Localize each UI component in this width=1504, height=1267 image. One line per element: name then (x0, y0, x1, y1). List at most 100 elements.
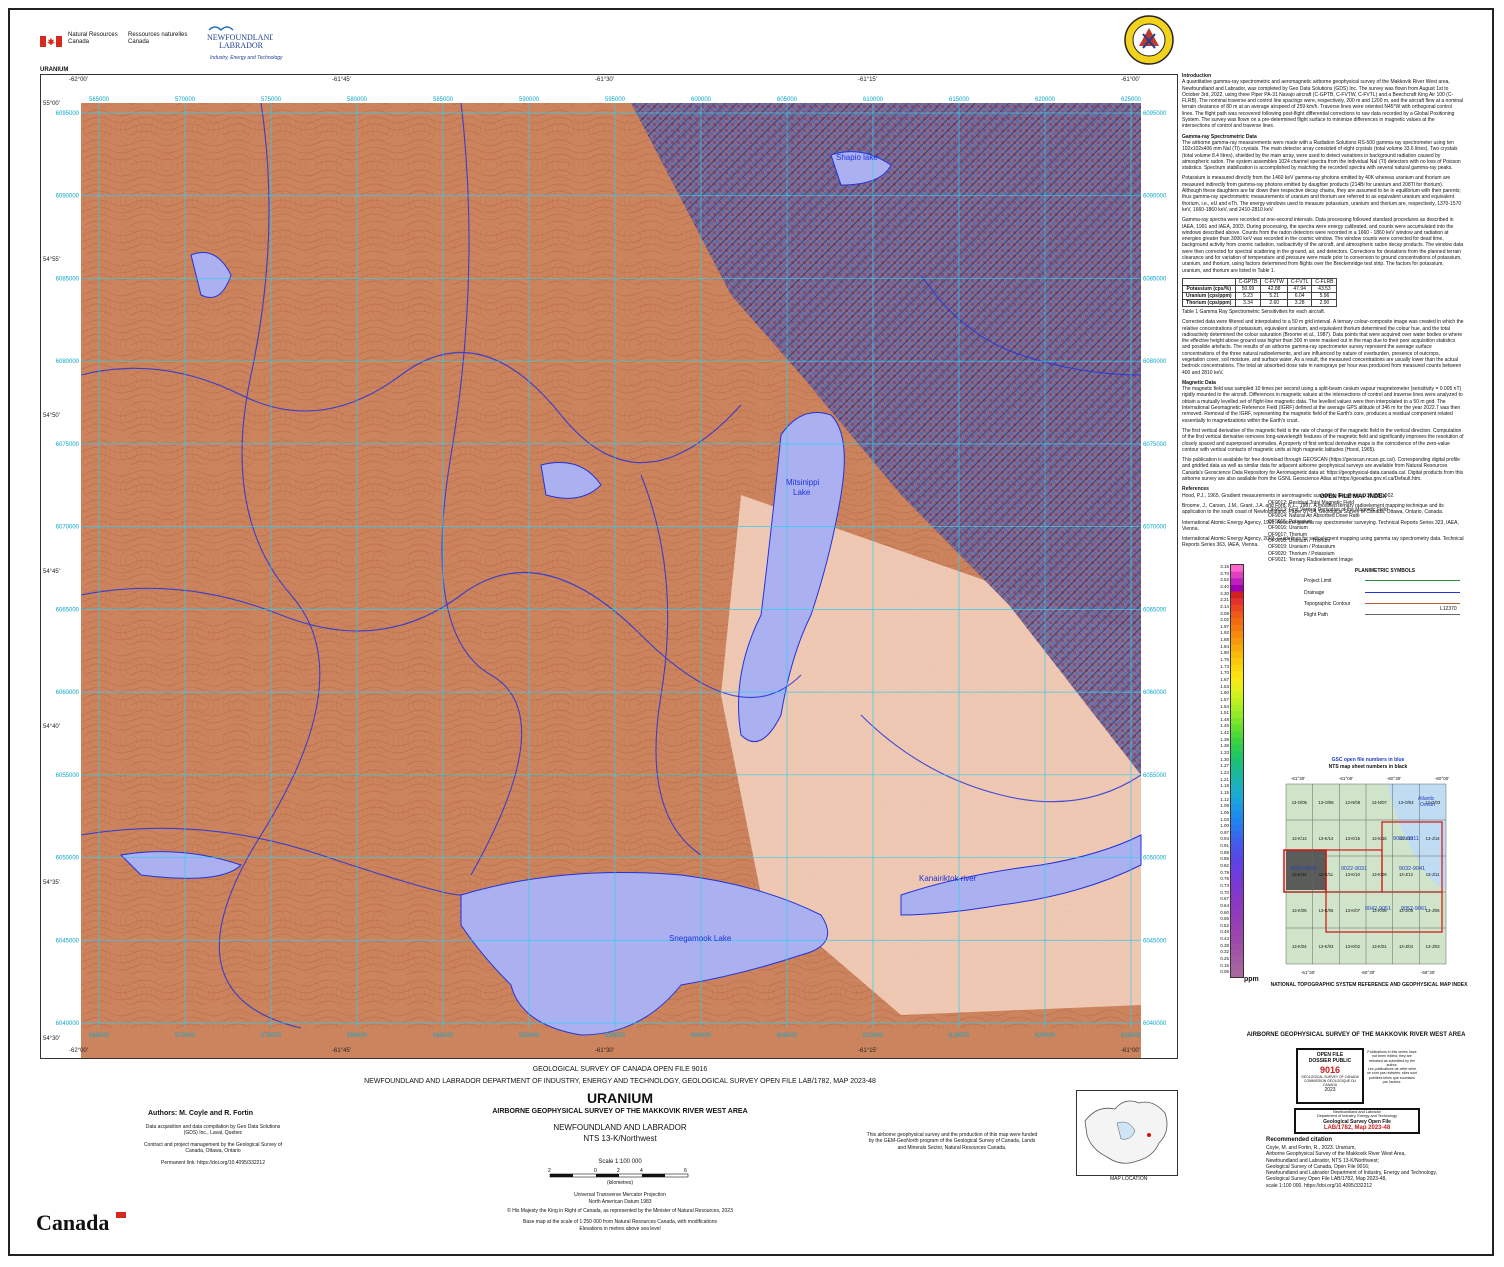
easting-tick-label: 615000 (949, 97, 970, 103)
color-scale-swatch (1231, 644, 1243, 652)
map-index-item: OF9021: Ternary Radioelement Image (1268, 556, 1353, 563)
easting-tick-label: 620000 (1035, 97, 1056, 103)
color-scale-swatch (1231, 784, 1243, 792)
canada-wordmark: Canada (36, 1210, 126, 1236)
easting-tick-label: 590000 (519, 97, 540, 103)
color-scale-value: 1.63 (1220, 683, 1229, 689)
color-scale-value: 0.05 (1220, 969, 1229, 975)
color-scale-swatch (1231, 664, 1243, 672)
color-scale-swatch (1231, 591, 1243, 599)
color-scale-swatch (1231, 658, 1243, 665)
color-scale-swatch (1231, 724, 1243, 732)
color-scale-value: 1.15 (1220, 789, 1229, 795)
location-map (1076, 1090, 1178, 1176)
color-scale-swatch (1231, 684, 1243, 692)
color-scale-swatch (1231, 711, 1243, 719)
color-scale-value: 0.94 (1220, 836, 1229, 842)
color-scale-swatch (1231, 671, 1243, 679)
color-scale-value: 2.08 (1220, 610, 1229, 616)
nts-sheet-label: 13-N/08 (1345, 800, 1361, 805)
longitude-tick-label: -61°00' (1121, 77, 1140, 83)
color-scale-value: 1.73 (1220, 663, 1229, 669)
color-scale-swatch (1231, 883, 1243, 891)
color-scale-swatch (1231, 877, 1243, 885)
color-scale-swatch (1231, 830, 1243, 838)
main-map[interactable]: Shapio lake Mitsinippi Lake Snegamook Lak… (41, 75, 1177, 1058)
drainage-line (1365, 592, 1460, 593)
easting-tick-label: 585000 (433, 97, 454, 103)
latitude-tick-label: 54°30' (43, 1036, 60, 1042)
nts-sheet-label: 13-J/12 (1399, 872, 1414, 877)
easting-tick-label: 625000 (1121, 1033, 1142, 1039)
color-scale-value: 0.67 (1220, 896, 1229, 902)
color-scale-swatch (1231, 897, 1243, 905)
nts-sheet-label: 13-K/01 (1372, 944, 1387, 949)
nts-sheet-label: 13-K/11 (1319, 872, 1334, 877)
nl-stamp-line: Newfoundland and Labrador Department of … (1316, 1110, 1398, 1119)
color-scale-value: 2.40 (1220, 583, 1229, 589)
color-scale-swatch (1231, 857, 1243, 865)
lake-name: Snegamook Lake (669, 934, 732, 943)
project-limit-line (1365, 580, 1460, 581)
color-scale-value: 0.97 (1220, 829, 1229, 835)
permanent-link: Permanent link: https://doi.org/10.4095/… (161, 1160, 265, 1166)
color-scale-value: 1.30 (1220, 756, 1229, 762)
longitude-tick-label: -61°30' (595, 77, 614, 83)
color-scale-swatch (1231, 704, 1243, 712)
color-scale-swatch (1231, 638, 1243, 646)
color-scale-value: 0.85 (1220, 856, 1229, 862)
gamma-paragraph: Gamma-ray spectra were recorded at one-s… (1182, 217, 1464, 274)
gsc-seal-icon (1123, 14, 1175, 66)
color-scale-value: 0.38 (1220, 942, 1229, 948)
color-scale-value: 1.54 (1220, 703, 1229, 709)
color-scale-swatch (1231, 890, 1243, 898)
color-scale-swatch (1231, 677, 1243, 685)
easting-tick-label: 610000 (863, 97, 884, 103)
contour-line (1365, 603, 1460, 604)
color-scale-swatch (1231, 943, 1243, 951)
color-scale-value: 1.70 (1220, 670, 1229, 676)
northing-tick-label: 6080000 (56, 359, 80, 365)
symbol-label: Drainage (1304, 590, 1325, 596)
northing-tick-label: 6045000 (1143, 938, 1167, 944)
easting-tick-label: 595000 (605, 97, 626, 103)
latitude-tick-label: 54°35' (43, 880, 60, 887)
svg-text:LABRADOR: LABRADOR (219, 41, 264, 50)
scale-text: Scale 1:100 000 (598, 1159, 642, 1165)
gamma-paragraph: Corrected data were filtered and interpo… (1182, 319, 1464, 376)
longitude-tick-label: -61°30' (595, 1048, 614, 1054)
nts-sheet-label: 13-J/06 (1426, 908, 1441, 913)
color-scale-swatch (1231, 624, 1243, 632)
nts-sheet-label: 13-K/02 (1345, 944, 1360, 949)
base-map-note: Base map at the scale of 1:250 000 from … (523, 1219, 717, 1225)
funding-note: This airborne geophysical survey and the… (866, 1132, 1038, 1151)
color-scale-swatch (1231, 937, 1243, 945)
color-scale-swatch (1231, 950, 1243, 958)
color-scale-swatch (1231, 571, 1243, 579)
color-scale-value: 1.97 (1220, 623, 1229, 629)
nl-open-file-stamp: Newfoundland and Labrador Department of … (1294, 1108, 1420, 1134)
color-scale-swatch (1231, 737, 1243, 745)
color-scale-value: 1.33 (1220, 750, 1229, 756)
color-scale-swatch (1231, 651, 1243, 659)
magnetic-paragraph: The first vertical derivative of the mag… (1182, 427, 1464, 453)
northing-tick-label: 6060000 (56, 690, 80, 696)
index-lon-tick: -61°00' (1339, 776, 1353, 781)
color-scale-value: 0.91 (1220, 843, 1229, 849)
color-scale-swatch (1231, 837, 1243, 845)
scale-tick: 0 (594, 1168, 597, 1174)
easting-tick-label: 570000 (175, 97, 196, 103)
nts-index-map[interactable]: 13-O/05 13-O/06 13-N/08 13-N/07 13-O/04 13-O/… (1268, 770, 1464, 978)
color-scale-value: 0.16 (1220, 962, 1229, 968)
open-file-map-index: OPEN FILE MAP INDEX OF9012: Residual Tot… (1268, 494, 1438, 563)
color-scale-value: 0.70 (1220, 889, 1229, 895)
color-scale-value: 2.70 (1220, 570, 1229, 576)
nrcan-english-name: Natural Resources Canada (68, 32, 118, 46)
color-scale-value: 1.36 (1220, 743, 1229, 749)
easting-tick-label: 565000 (89, 1033, 110, 1039)
color-scale-swatch (1231, 565, 1243, 572)
color-scale-value: 1.92 (1220, 630, 1229, 636)
stamp-survey-title: AIRBORNE GEOPHYSICAL SURVEY OF THE MAKKO… (1246, 1032, 1466, 1038)
open-file-range-label: 9012-9021 (1291, 866, 1317, 872)
color-scale-value: 0.32 (1220, 949, 1229, 955)
